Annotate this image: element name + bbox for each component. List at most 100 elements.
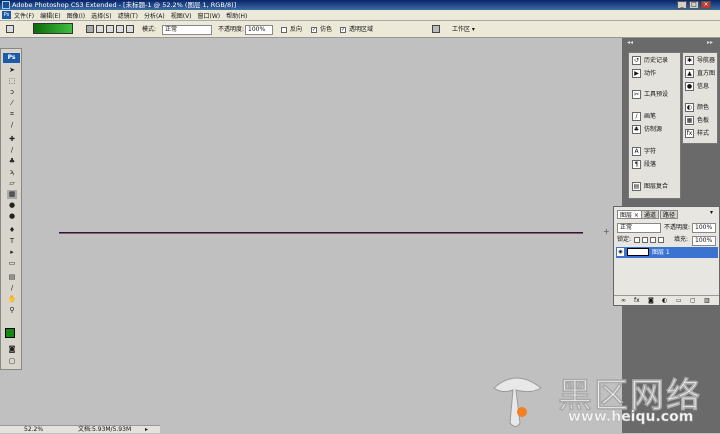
menu-help[interactable]: 帮助(H) [226,11,247,20]
menu-file[interactable]: 文件(F) [14,11,34,20]
styles-icon: fx [685,129,694,138]
eraser-tool-icon[interactable]: ▱ [7,179,17,188]
crop-tool-icon[interactable]: ⌗ [7,110,17,119]
transparency-checkbox[interactable]: ✓ [340,27,346,33]
healing-brush-icon[interactable]: ✚ [7,135,17,144]
mode-select[interactable]: 正常 [162,25,212,35]
linear-gradient-button[interactable] [86,25,94,33]
minimize-button[interactable]: _ [677,1,687,9]
menu-bar: Ps 文件(F) 编辑(E) 图像(I) 选择(S) 滤镜(T) 分析(A) 视… [0,10,720,21]
layer-mask-icon[interactable]: ◙ [648,296,654,306]
panel-swatches[interactable]: ▦ 色板 [685,116,709,126]
clone-stamp-icon[interactable]: ♣ [7,157,17,166]
pen-tool-icon[interactable]: ♦ [7,226,17,235]
info-icon: ● [685,82,694,91]
brush-tool-icon[interactable]: ∕ [7,146,17,155]
lock-position-icon[interactable] [650,237,656,243]
panel-info[interactable]: ● 信息 [685,82,709,92]
magic-wand-icon[interactable]: ⁄ [7,99,17,108]
foreground-color-swatch[interactable] [5,328,15,338]
tab-channels[interactable]: 通道 [641,210,660,219]
expand-dock-icon[interactable]: ▸▸ [707,39,713,46]
layer-style-icon[interactable]: fx [634,296,640,306]
layers-footer: ∞ fx ◙ ◐ ▭ ▢ ▥ [614,295,719,305]
link-layers-icon[interactable]: ∞ [621,296,626,306]
fill-label: 填充: [674,236,689,243]
marquee-tool-icon[interactable]: ⬚ [7,77,17,86]
lasso-tool-icon[interactable]: ↄ [7,88,17,97]
panel-layer-comps[interactable]: ▤ 图层复合 [632,182,668,192]
panel-styles[interactable]: fx 样式 [685,129,709,139]
eyedropper-icon[interactable]: ∕ [7,284,17,293]
history-brush-icon[interactable]: ϡ [7,168,17,177]
panel-clone-source[interactable]: ♣ 仿制源 [632,125,662,135]
blend-mode-select[interactable]: 正常 [617,223,661,233]
menu-image[interactable]: 图像(I) [67,11,85,20]
lock-transparent-icon[interactable] [634,237,640,243]
brushes-icon: ∕ [632,112,641,121]
layer-opacity-input[interactable]: 100% [692,223,716,233]
collapse-dock-icon[interactable]: ◂◂ [627,39,633,46]
panel-history[interactable]: ↺ 历史记录 [632,56,668,66]
reflected-gradient-button[interactable] [116,25,124,33]
hand-tool-icon[interactable]: ✋ [7,295,17,304]
lock-pixels-icon[interactable] [642,237,648,243]
menu-filter[interactable]: 滤镜(T) [118,11,138,20]
panel-actions[interactable]: ▶ 动作 [632,69,656,79]
workspace-menu[interactable]: 工作区 ▾ [452,25,475,35]
ps-menu-icon[interactable]: Ps [2,11,11,19]
panel-brushes[interactable]: ∕ 画笔 [632,112,656,122]
panel-navigator[interactable]: ✱ 导航器 [685,56,715,66]
new-group-icon[interactable]: ▭ [676,296,682,306]
camera-icon[interactable] [432,25,440,33]
adjustment-layer-icon[interactable]: ◐ [662,296,667,306]
gradient-picker[interactable] [33,23,73,34]
tool-presets-icon: ✂ [632,90,641,99]
lock-all-icon[interactable] [658,237,664,243]
type-tool-icon[interactable]: T [7,237,17,246]
opacity-input[interactable]: 100% [245,25,273,35]
close-button[interactable]: × [701,1,711,9]
reverse-checkbox[interactable] [281,27,287,33]
slice-tool-icon[interactable]: ∕ [7,121,17,130]
move-tool-icon[interactable]: ➤ [7,66,17,75]
diamond-gradient-button[interactable] [126,25,134,33]
zoom-tool-icon[interactable]: ⚲ [7,306,17,315]
panel-character[interactable]: A 字符 [632,147,656,157]
delete-layer-icon[interactable]: ▥ [704,296,710,306]
maximize-button[interactable]: □ [689,1,699,9]
menu-view[interactable]: 视图(V) [171,11,192,20]
quick-mask-icon[interactable]: ◙ [7,345,17,354]
dodge-tool-icon[interactable]: ● [7,212,17,221]
panel-color[interactable]: ◐ 颜色 [685,103,709,113]
layer-row[interactable]: ◉ 图层 1 [616,247,718,258]
angle-gradient-button[interactable] [106,25,114,33]
radial-gradient-button[interactable] [96,25,104,33]
gradient-tool-icon[interactable]: ▦ [7,190,17,199]
tool-preset-icon[interactable] [6,25,14,33]
panel-menu-icon[interactable]: ▾ [710,209,713,216]
path-select-icon[interactable]: ▸ [7,248,17,257]
menu-window[interactable]: 窗口(W) [198,11,221,20]
color-icon: ◐ [685,103,694,112]
dither-label: 仿色 [320,26,333,33]
panel-histogram[interactable]: ▲ 直方图 [685,69,715,79]
blur-tool-icon[interactable]: ● [7,201,17,210]
panel-tool-presets[interactable]: ✂ 工具预设 [632,90,668,100]
visibility-eye-icon[interactable]: ◉ [617,248,624,256]
opacity-label: 不透明度: [218,26,245,33]
menu-edit[interactable]: 编辑(E) [40,11,60,20]
canvas-gradient-line [59,232,583,234]
screen-mode-icon[interactable]: ▢ [7,357,17,366]
dither-checkbox[interactable]: ✓ [311,27,317,33]
panel-paragraph[interactable]: ¶ 段落 [632,160,656,170]
fill-input[interactable]: 100% [692,236,716,246]
tab-layers[interactable]: 图层 × [617,210,642,219]
notes-tool-icon[interactable]: ▤ [7,273,17,282]
tab-paths[interactable]: 路径 [660,210,679,219]
new-layer-icon[interactable]: ▢ [690,296,696,306]
menu-analysis[interactable]: 分析(A) [144,11,165,20]
shape-tool-icon[interactable]: ▭ [7,259,17,268]
layer-thumbnail [627,248,649,256]
menu-select[interactable]: 选择(S) [91,11,112,20]
